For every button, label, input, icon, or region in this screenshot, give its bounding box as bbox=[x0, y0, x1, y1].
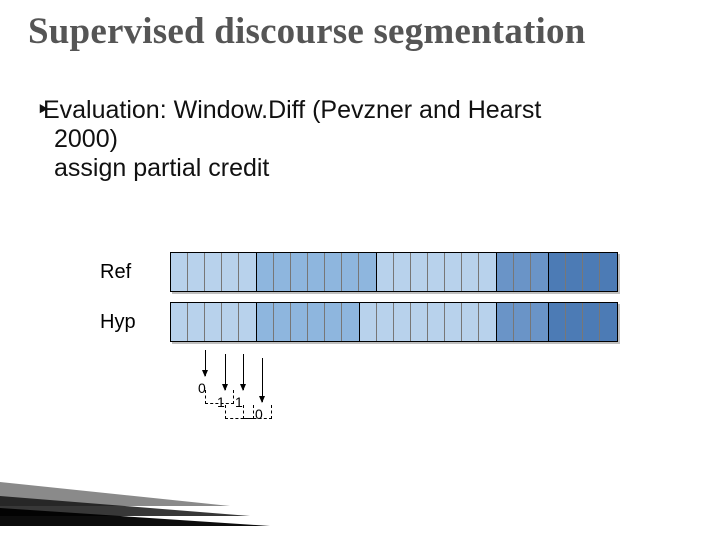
arrow-icon bbox=[262, 358, 263, 402]
segment-cell bbox=[549, 253, 566, 291]
hyp-label: Hyp bbox=[100, 311, 170, 334]
segment-cell bbox=[531, 253, 548, 291]
arrow-icon bbox=[205, 350, 206, 376]
segment-cell bbox=[497, 253, 514, 291]
segment-cell bbox=[600, 253, 617, 291]
segment-cell bbox=[411, 303, 428, 341]
segment-cell bbox=[171, 303, 188, 341]
segment-cell bbox=[239, 253, 256, 291]
segment-cell bbox=[566, 253, 583, 291]
segment bbox=[360, 303, 497, 341]
segment-cell bbox=[479, 303, 496, 341]
bullet-line-2: 2000) bbox=[54, 125, 118, 153]
segment-cell bbox=[291, 253, 308, 291]
segment-cell bbox=[342, 303, 359, 341]
segment-cell bbox=[239, 303, 256, 341]
hyp-segments bbox=[170, 302, 618, 342]
segment-cell bbox=[222, 303, 239, 341]
segment-cell bbox=[394, 253, 411, 291]
segment-cell bbox=[531, 303, 548, 341]
segment-cell bbox=[274, 303, 291, 341]
segment-cell bbox=[171, 253, 188, 291]
bullet-item: ‣ Evaluation: Window.Diff (Pevzner and H… bbox=[54, 96, 680, 182]
segment-cell bbox=[479, 253, 496, 291]
segment-cell bbox=[257, 303, 274, 341]
anno-num-3: 0 bbox=[255, 406, 263, 422]
segment bbox=[497, 303, 549, 341]
segment bbox=[257, 253, 377, 291]
segment bbox=[497, 253, 549, 291]
segment-cell bbox=[514, 253, 531, 291]
segment-cell bbox=[428, 253, 445, 291]
ref-label: Ref bbox=[100, 261, 170, 284]
segment-cell bbox=[583, 253, 600, 291]
anno-num-2: 1 bbox=[235, 394, 243, 410]
segment-cell bbox=[325, 253, 342, 291]
segment-cell bbox=[291, 303, 308, 341]
segment-cell bbox=[583, 303, 600, 341]
segment-cell bbox=[188, 253, 205, 291]
ref-segments bbox=[170, 252, 618, 292]
segment-cell bbox=[445, 253, 462, 291]
segment-cell bbox=[428, 303, 445, 341]
segment-cell bbox=[359, 253, 376, 291]
segment bbox=[549, 303, 617, 341]
arrow-icon bbox=[243, 354, 244, 390]
segment-cell bbox=[549, 303, 566, 341]
segment-cell bbox=[308, 303, 325, 341]
segment-cell bbox=[462, 253, 479, 291]
segment-cell bbox=[205, 303, 222, 341]
segment-cell bbox=[188, 303, 205, 341]
hyp-row: Hyp bbox=[100, 300, 660, 344]
segment-cell bbox=[377, 303, 394, 341]
segment bbox=[377, 253, 497, 291]
segment bbox=[549, 253, 617, 291]
segment-cell bbox=[462, 303, 479, 341]
segment-cell bbox=[514, 303, 531, 341]
anno-num-1: 1 bbox=[217, 394, 225, 410]
slide-title: Supervised discourse segmentation bbox=[28, 10, 700, 53]
segment-cell bbox=[360, 303, 377, 341]
ref-row: Ref bbox=[100, 250, 660, 294]
segment bbox=[171, 253, 257, 291]
segment-cell bbox=[445, 303, 462, 341]
segment-cell bbox=[205, 253, 222, 291]
segment-cell bbox=[257, 253, 274, 291]
segment-cell bbox=[342, 253, 359, 291]
segment-cell bbox=[325, 303, 342, 341]
segment-cell bbox=[497, 303, 514, 341]
segment-cell bbox=[566, 303, 583, 341]
bullet-line-1: Evaluation: Window.Diff (Pevzner and Hea… bbox=[43, 96, 541, 124]
segment-cell bbox=[377, 253, 394, 291]
segment-cell bbox=[600, 303, 617, 341]
annotation-arrows: 0 1 1 0 bbox=[170, 350, 690, 470]
segment bbox=[171, 303, 257, 341]
segment-cell bbox=[274, 253, 291, 291]
segment bbox=[257, 303, 360, 341]
bullet-line-3: assign partial credit bbox=[54, 154, 269, 182]
segment-cell bbox=[222, 253, 239, 291]
segment-cell bbox=[308, 253, 325, 291]
arrow-icon bbox=[225, 354, 226, 390]
slide: Supervised discourse segmentation ‣ Eval… bbox=[0, 0, 720, 540]
segment-cell bbox=[394, 303, 411, 341]
corner-accent-icon bbox=[0, 470, 270, 526]
segmentation-graphic: Ref Hyp bbox=[100, 250, 660, 350]
segment-cell bbox=[411, 253, 428, 291]
